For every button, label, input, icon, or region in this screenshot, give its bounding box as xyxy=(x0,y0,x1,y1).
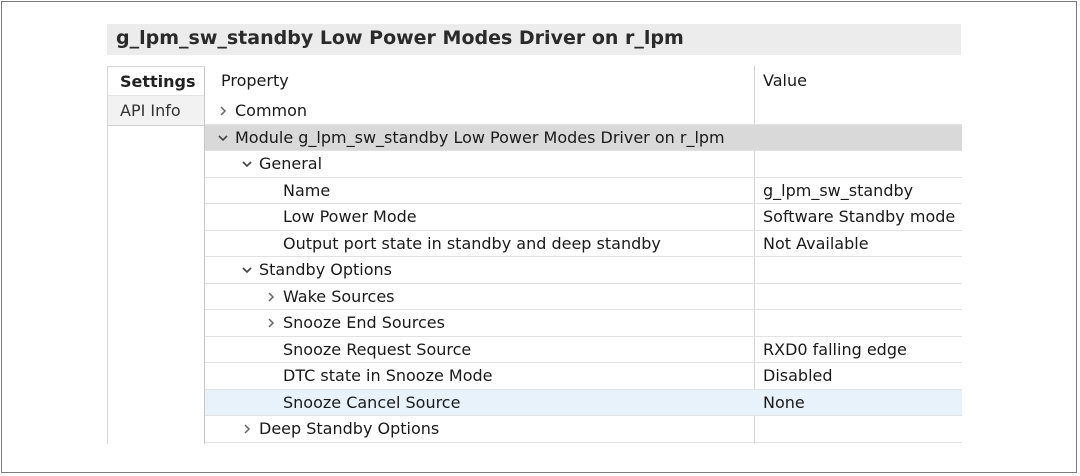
table-row[interactable]: Low Power Mode Software Standby mode xyxy=(205,204,962,231)
property-label: Module g_lpm_sw_standby Low Power Modes … xyxy=(235,127,725,147)
property-label: Snooze End Sources xyxy=(283,313,445,332)
side-tabs: Settings API Info xyxy=(107,66,205,444)
table-row[interactable]: Wake Sources xyxy=(205,284,962,310)
property-cell: DTC state in Snooze Mode xyxy=(261,363,493,389)
property-cell: Wake Sources xyxy=(261,284,395,310)
property-value[interactable]: Disabled xyxy=(763,363,833,389)
table-row[interactable]: Snooze End Sources xyxy=(205,310,962,337)
value-column-header[interactable]: Value xyxy=(763,66,807,98)
properties-table: Property Value Common Module g_lpm_sw_sta… xyxy=(204,66,962,444)
table-body: Common Module g_lpm_sw_standby Low Power … xyxy=(205,98,962,443)
property-label: Output port state in standby and deep st… xyxy=(283,233,661,253)
chevron-right-icon[interactable] xyxy=(213,98,233,124)
property-cell: Snooze End Sources xyxy=(261,310,445,336)
chevron-down-icon[interactable] xyxy=(237,151,257,177)
property-value[interactable]: g_lpm_sw_standby xyxy=(763,178,913,204)
table-row[interactable]: General xyxy=(205,151,962,178)
property-label: Standby Options xyxy=(259,260,392,279)
property-column-header[interactable]: Property xyxy=(221,66,289,98)
property-label: Low Power Mode xyxy=(283,207,417,226)
property-cell: Snooze Request Source xyxy=(261,337,471,363)
table-row[interactable]: Module g_lpm_sw_standby Low Power Modes … xyxy=(205,124,962,151)
property-cell: Module g_lpm_sw_standby Low Power Modes … xyxy=(213,125,725,151)
chevron-right-icon[interactable] xyxy=(261,310,281,336)
chevron-right-icon[interactable] xyxy=(237,416,257,442)
tab-settings[interactable]: Settings xyxy=(108,66,205,96)
table-row[interactable]: Snooze Cancel Source None xyxy=(205,389,962,416)
property-value[interactable]: RXD0 falling edge xyxy=(763,337,907,363)
property-value[interactable]: None xyxy=(763,390,805,416)
property-cell: Snooze Cancel Source xyxy=(261,390,460,416)
property-label: Snooze Cancel Source xyxy=(283,392,461,412)
property-label: Name xyxy=(283,180,331,200)
table-header: Property Value xyxy=(205,66,962,98)
property-value[interactable]: Not Available xyxy=(763,231,869,257)
property-label: Wake Sources xyxy=(283,286,395,306)
property-label: Common xyxy=(235,101,308,120)
table-row[interactable]: Standby Options xyxy=(205,257,962,284)
property-cell: Output port state in standby and deep st… xyxy=(261,231,661,257)
chevron-right-icon[interactable] xyxy=(261,284,281,310)
chevron-down-icon[interactable] xyxy=(237,257,257,283)
property-cell: Name xyxy=(261,178,330,204)
property-cell: General xyxy=(237,151,322,177)
property-label: Snooze Request Source xyxy=(283,339,472,359)
property-cell: Standby Options xyxy=(237,257,392,283)
table-row[interactable]: Deep Standby Options xyxy=(205,416,962,443)
table-row[interactable]: DTC state in Snooze Mode Disabled xyxy=(205,363,962,390)
table-row[interactable]: Name g_lpm_sw_standby xyxy=(205,178,962,204)
table-row[interactable]: Snooze Request Source RXD0 falling edge xyxy=(205,337,962,363)
tab-api-info[interactable]: API Info xyxy=(108,96,205,126)
property-cell: Low Power Mode xyxy=(261,204,417,230)
panel-title: g_lpm_sw_standby Low Power Modes Driver … xyxy=(107,24,961,55)
chevron-down-icon[interactable] xyxy=(213,125,233,151)
property-label: Deep Standby Options xyxy=(259,419,440,438)
property-label: General xyxy=(259,154,323,173)
property-value[interactable]: Software Standby mode xyxy=(763,204,955,230)
table-row[interactable]: Common xyxy=(205,98,962,125)
property-cell: Deep Standby Options xyxy=(237,416,439,442)
property-cell: Common xyxy=(213,98,307,124)
property-label: DTC state in Snooze Mode xyxy=(283,366,493,385)
table-row[interactable]: Output port state in standby and deep st… xyxy=(205,231,962,257)
